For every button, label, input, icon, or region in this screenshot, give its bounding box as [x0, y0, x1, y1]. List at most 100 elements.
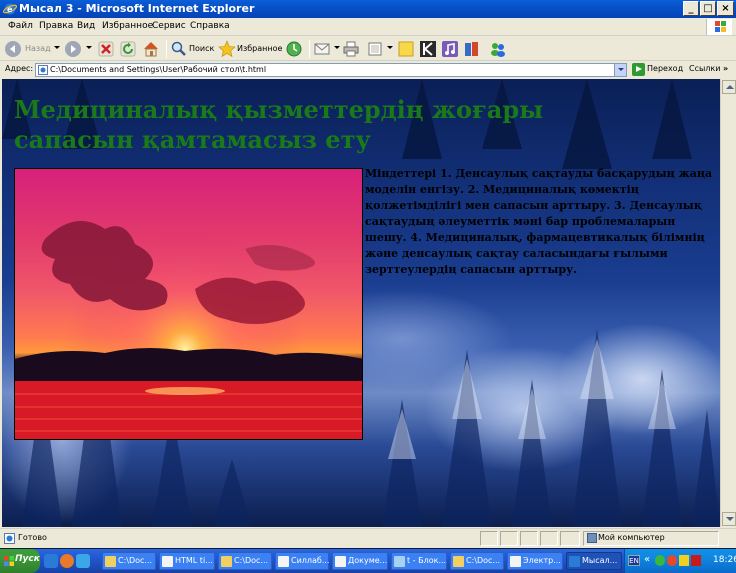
language-indicator[interactable]: EN	[628, 555, 640, 566]
chevron-down-icon	[54, 46, 60, 49]
star-icon	[218, 40, 236, 58]
task-item-active[interactable]: Мысал...	[566, 552, 622, 570]
notepad-icon	[394, 556, 405, 567]
edit-button[interactable]	[366, 39, 394, 59]
status-cell	[500, 531, 518, 546]
menu-tools[interactable]: Сервис	[152, 21, 186, 31]
svg-text:e: e	[7, 5, 13, 14]
task-item[interactable]: C:\Doc...	[102, 552, 156, 570]
messenger-button[interactable]	[419, 39, 437, 59]
folder-icon	[221, 556, 232, 567]
messenger-people-button[interactable]	[489, 39, 507, 59]
address-input[interactable]: C:\Documents and Settings\User\Рабочий с…	[35, 63, 627, 77]
page-done-icon	[4, 533, 15, 544]
task-item[interactable]: Докуме...	[332, 552, 388, 570]
task-item[interactable]: HTML ti...	[159, 552, 215, 570]
windows-logo-icon	[706, 19, 732, 35]
app-k-icon	[420, 41, 436, 57]
media-button[interactable]	[441, 39, 459, 59]
document-icon	[510, 556, 521, 567]
address-bar: Адрес: C:\Documents and Settings\User\Ра…	[0, 62, 736, 78]
links-button[interactable]: Ссылки »	[689, 64, 728, 73]
quicklaunch-media-icon[interactable]	[60, 554, 74, 568]
search-button[interactable]: Поиск	[170, 39, 214, 59]
page-icon	[38, 65, 48, 75]
task-label: C:\Doc...	[234, 556, 269, 565]
go-arrow-icon	[632, 63, 645, 76]
taskbar: Пуск C:\Doc... HTML ti... C:\Doc... Силл…	[0, 549, 736, 573]
tray-app-icon[interactable]	[679, 555, 689, 566]
word-document-icon	[335, 556, 346, 567]
home-icon	[144, 42, 158, 57]
forward-button[interactable]	[64, 39, 94, 59]
favorites-button[interactable]: Избранное	[218, 39, 282, 59]
sunset-illustration	[15, 169, 362, 439]
document-icon	[278, 556, 289, 567]
task-item[interactable]: C:\Doc...	[450, 552, 504, 570]
status-bar: Готово Мой компьютер	[0, 528, 736, 548]
back-button[interactable]: Назад	[4, 39, 62, 59]
task-label: t - Блок...	[407, 556, 447, 565]
address-value: C:\Documents and Settings\User\Рабочий с…	[50, 65, 267, 74]
minimize-button[interactable]: _	[683, 1, 699, 16]
chevron-right-icon: »	[723, 64, 729, 73]
windows-flag-icon	[4, 556, 14, 566]
title-bar[interactable]: e Мысал 3 - Microsoft Internet Explorer …	[0, 0, 736, 18]
discuss-button[interactable]	[397, 39, 415, 59]
tray-expand-icon[interactable]: «	[644, 554, 650, 565]
print-button[interactable]	[342, 39, 362, 59]
task-item[interactable]: Электр...	[507, 552, 563, 570]
document-icon	[162, 556, 173, 567]
page-content: Медициналық қызметтердің жоғары сапасын …	[2, 79, 720, 527]
browser-window: e Мысал 3 - Microsoft Internet Explorer …	[0, 0, 736, 548]
mail-button[interactable]	[313, 39, 341, 59]
task-label: C:\Doc...	[466, 556, 501, 565]
window-title: Мысал 3 - Microsoft Internet Explorer	[19, 2, 255, 15]
address-label: Адрес:	[5, 64, 34, 73]
menu-file[interactable]: Файл	[8, 21, 33, 31]
scroll-up-button[interactable]	[722, 80, 736, 94]
stop-button[interactable]	[97, 39, 117, 59]
tray-app-icon[interactable]	[655, 555, 665, 566]
internet-explorer-icon	[569, 556, 580, 567]
maximize-button[interactable]: □	[700, 1, 716, 16]
home-button[interactable]	[141, 39, 163, 59]
clock: 18:26	[713, 555, 736, 565]
vertical-scrollbar[interactable]	[720, 79, 736, 527]
mail-icon	[314, 43, 330, 55]
page-heading: Медициналық қызметтердің жоғары сапасын …	[14, 95, 544, 154]
internet-explorer-icon: e	[3, 3, 17, 15]
stop-icon	[98, 41, 114, 57]
scroll-down-button[interactable]	[722, 512, 736, 526]
folder-icon	[453, 556, 464, 567]
chevron-down-icon	[334, 46, 340, 49]
history-button[interactable]	[285, 39, 305, 59]
menu-view[interactable]: Вид	[77, 21, 95, 31]
task-item[interactable]: t - Блок...	[391, 552, 447, 570]
computer-icon	[587, 533, 597, 543]
links-label: Ссылки	[689, 64, 721, 73]
quicklaunch-desktop-icon[interactable]	[76, 554, 90, 568]
search-label: Поиск	[189, 44, 215, 53]
menu-favorites[interactable]: Избранное	[102, 21, 153, 31]
back-label: Назад	[25, 44, 51, 53]
task-label: Докуме...	[348, 556, 388, 565]
tray-antivirus-icon[interactable]	[691, 555, 701, 566]
task-item[interactable]: C:\Doc...	[218, 552, 272, 570]
sunset-image	[14, 168, 363, 440]
task-item[interactable]: Силлаб...	[275, 552, 329, 570]
close-button[interactable]: ×	[717, 1, 734, 16]
address-dropdown-button[interactable]	[614, 64, 626, 76]
refresh-button[interactable]	[119, 39, 139, 59]
go-label: Переход	[647, 64, 684, 73]
status-text: Готово	[18, 533, 47, 542]
printer-icon	[343, 41, 359, 57]
menu-help[interactable]: Справка	[190, 21, 230, 31]
quicklaunch-ie-icon[interactable]	[44, 554, 58, 568]
menu-edit[interactable]: Правка	[39, 21, 73, 31]
tray-app-icon[interactable]	[667, 555, 677, 566]
start-button[interactable]: Пуск	[0, 549, 40, 573]
history-icon	[286, 41, 302, 57]
tasks-paragraph: Міндеттері 1. Денсаулық сақтауды басқару…	[365, 167, 713, 276]
research-button[interactable]	[463, 39, 481, 59]
